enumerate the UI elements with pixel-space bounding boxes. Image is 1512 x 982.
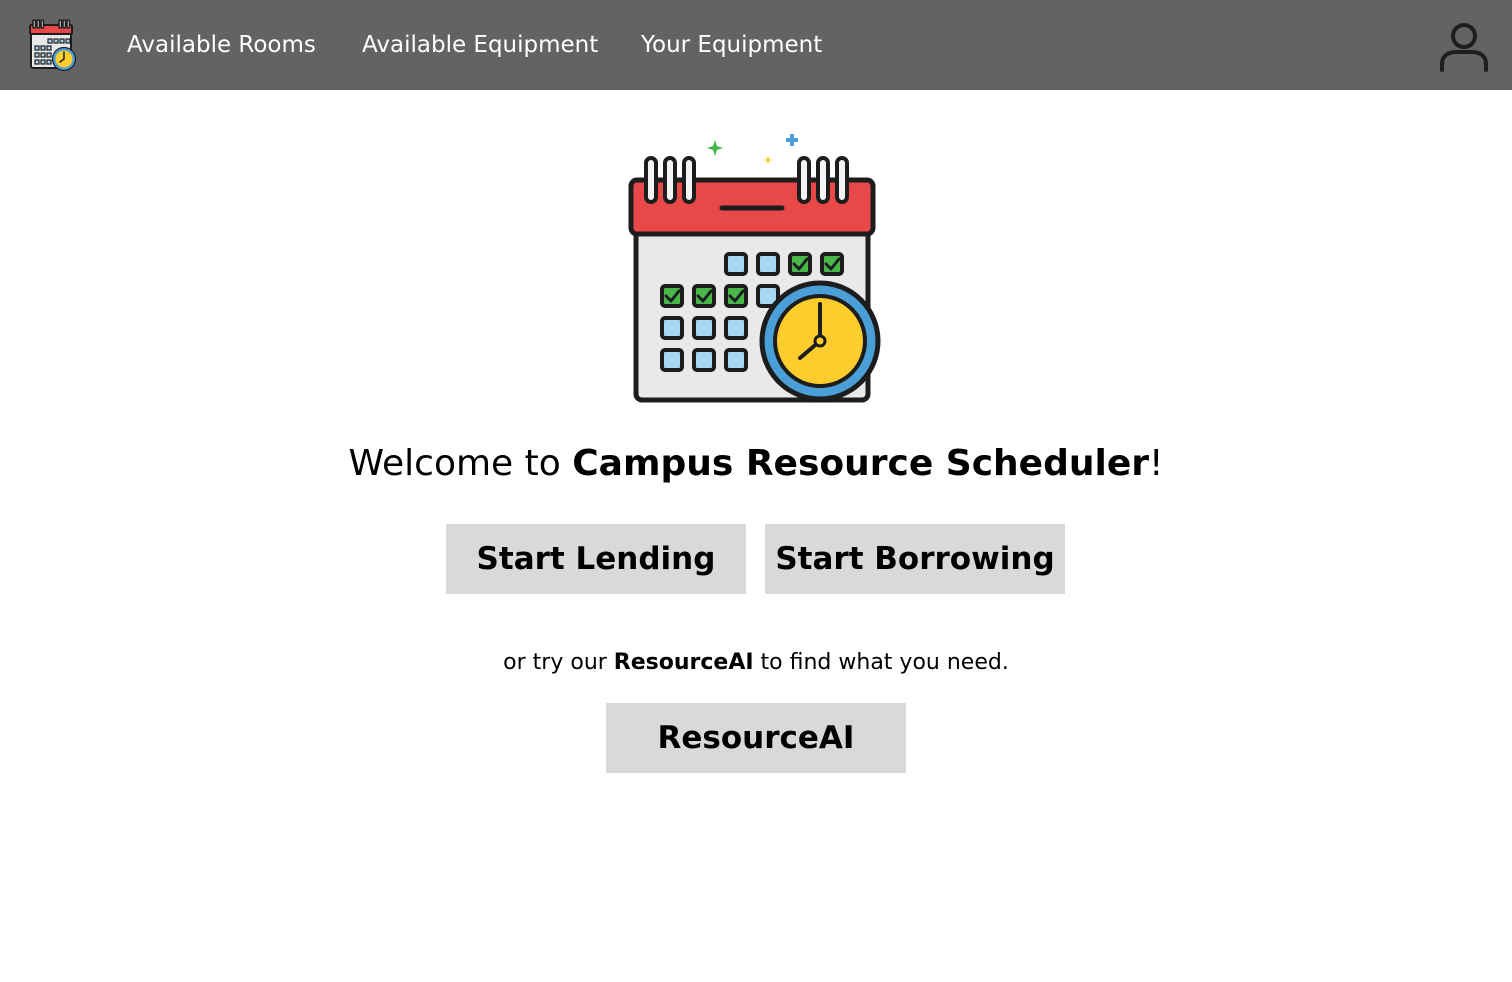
user-icon[interactable]	[1436, 20, 1492, 74]
resourceai-hint: or try our ResourceAI to find what you n…	[0, 648, 1512, 678]
resourceai-button[interactable]: ResourceAI	[606, 703, 906, 773]
welcome-prefix: Welcome to	[348, 443, 573, 484]
top-nav-bar: Available Rooms Available Equipment Your…	[0, 0, 1512, 90]
calendar-clock-icon	[622, 128, 890, 408]
hint-highlight: ResourceAI	[613, 650, 754, 675]
welcome-suffix: !	[1149, 443, 1164, 484]
hint-suffix: to find what you need.	[753, 650, 1009, 675]
app-name: Campus Resource Scheduler	[572, 443, 1150, 484]
nav-available-rooms[interactable]: Available Rooms	[127, 30, 316, 60]
calendar-clock-icon[interactable]	[27, 19, 77, 72]
hint-prefix: or try our	[503, 650, 614, 675]
nav-available-equipment[interactable]: Available Equipment	[362, 30, 598, 60]
start-borrowing-button[interactable]: Start Borrowing	[765, 524, 1065, 594]
start-lending-button[interactable]: Start Lending	[446, 524, 746, 594]
nav-your-equipment[interactable]: Your Equipment	[641, 30, 822, 60]
welcome-heading: Welcome to Campus Resource Scheduler!	[0, 440, 1512, 488]
